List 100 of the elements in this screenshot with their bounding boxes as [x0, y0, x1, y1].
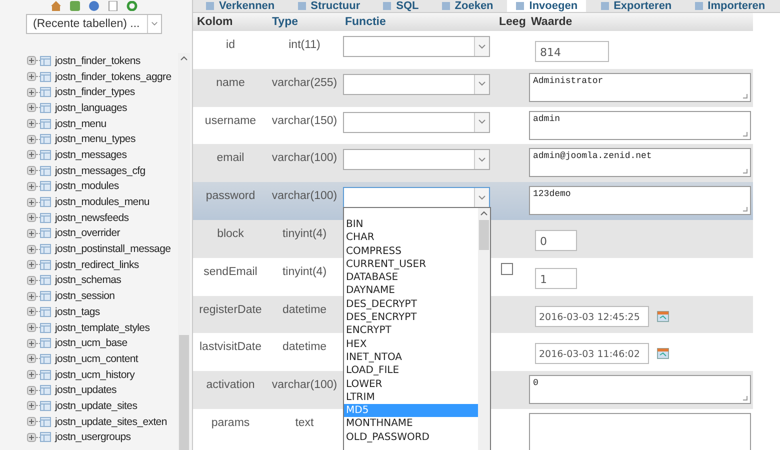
value-textarea[interactable]: 123demo [529, 186, 751, 216]
expand-icon[interactable] [27, 401, 36, 410]
table-link[interactable]: jostn_update_sites_exten [55, 416, 167, 428]
expand-icon[interactable] [27, 119, 36, 128]
scrollbar-thumb[interactable] [179, 335, 189, 450]
table-link[interactable]: jostn_ucm_base [55, 337, 128, 350]
function-option[interactable]: ENCRYPT [344, 324, 478, 338]
expand-icon[interactable] [27, 213, 36, 222]
table-icon[interactable] [40, 306, 51, 317]
help-icon[interactable] [88, 1, 100, 11]
table-link[interactable]: jostn_messages [55, 148, 127, 161]
table-link[interactable]: jostn_schemas [55, 274, 122, 286]
expand-icon[interactable] [27, 244, 36, 254]
scrollbar[interactable] [178, 53, 190, 450]
calendar-icon[interactable] [657, 348, 669, 360]
expand-icon[interactable] [27, 182, 36, 191]
table-link[interactable]: jostn_finder_tokens_aggre [55, 70, 172, 83]
table-icon[interactable] [40, 400, 51, 411]
function-select[interactable] [343, 74, 490, 95]
scroll-up-icon[interactable] [180, 55, 188, 61]
table-link[interactable]: jostn_menu [55, 118, 106, 130]
table-link[interactable]: jostn_modules_menu [55, 196, 150, 208]
function-option[interactable]: DES_ENCRYPT [344, 311, 478, 324]
table-icon[interactable] [40, 134, 51, 144]
function-option[interactable]: CURRENT_USER [344, 258, 478, 272]
value-textarea[interactable] [529, 412, 751, 450]
table-icon[interactable] [40, 322, 51, 333]
expand-icon[interactable] [27, 260, 36, 270]
function-option[interactable]: LOWER [344, 378, 478, 391]
table-icon[interactable] [40, 72, 51, 82]
expand-icon[interactable] [27, 323, 36, 332]
expand-icon[interactable] [27, 72, 36, 82]
function-option[interactable]: INET_NTOA [344, 350, 478, 364]
table-link[interactable]: jostn_finder_types [55, 86, 135, 98]
value-textarea[interactable]: Administrator [529, 72, 751, 102]
function-option[interactable]: LOAD_FILE [344, 364, 478, 378]
expand-icon[interactable] [27, 417, 36, 426]
table-link[interactable]: jostn_postinstall_message [55, 243, 171, 256]
value-input[interactable]: 814 [535, 41, 609, 62]
datetime-input[interactable]: 2016-03-03 12:45:25 [535, 306, 649, 327]
tab[interactable]: Invoegen [507, 0, 586, 12]
table-link[interactable]: jostn_menu_types [55, 133, 136, 146]
table-icon[interactable] [40, 197, 51, 208]
expand-icon[interactable] [27, 198, 36, 207]
function-option[interactable]: OLD_PASSWORD [344, 430, 478, 444]
table-icon[interactable] [40, 354, 51, 364]
table-link[interactable]: jostn_languages [55, 102, 127, 114]
function-select[interactable] [343, 36, 490, 57]
table-link[interactable]: jostn_update_sites [55, 400, 138, 412]
table-link[interactable]: jostn_finder_tokens [55, 54, 140, 67]
scrollbar-thumb[interactable] [479, 220, 489, 250]
table-icon[interactable] [40, 432, 51, 442]
expand-icon[interactable] [27, 432, 36, 442]
function-option[interactable]: COMPRESS [344, 244, 478, 258]
value-input[interactable]: 0 [535, 230, 577, 251]
table-icon[interactable] [40, 275, 51, 286]
table-icon[interactable] [40, 102, 51, 113]
null-checkbox[interactable] [501, 262, 513, 275]
table-icon[interactable] [40, 228, 51, 238]
table-link[interactable]: jostn_overrider [55, 227, 120, 240]
expand-icon[interactable] [27, 276, 36, 285]
resize-grip-icon[interactable] [742, 130, 748, 137]
exit-icon[interactable] [69, 1, 81, 11]
value-input[interactable]: 1 [535, 268, 577, 289]
function-option[interactable]: LTRIM [344, 390, 478, 404]
function-option[interactable]: DATABASE [344, 271, 478, 284]
expand-icon[interactable] [27, 103, 36, 112]
function-option[interactable]: HEX [344, 338, 478, 351]
expand-icon[interactable] [27, 338, 36, 348]
function-option[interactable]: BIN [344, 218, 478, 232]
table-icon[interactable] [40, 291, 51, 302]
expand-icon[interactable] [27, 228, 36, 238]
dropdown-scrollbar[interactable] [478, 208, 490, 450]
table-link[interactable]: jostn_newsfeeds [55, 212, 129, 224]
table-link[interactable]: jostn_template_styles [55, 322, 150, 334]
expand-icon[interactable] [27, 166, 36, 176]
resize-grip-icon[interactable] [742, 92, 748, 99]
function-select[interactable] [343, 112, 490, 133]
expand-icon[interactable] [27, 56, 36, 66]
table-link[interactable]: jostn_tags [55, 306, 100, 318]
table-icon[interactable] [40, 87, 51, 98]
reload-icon[interactable] [126, 1, 138, 11]
resize-grip-icon[interactable] [742, 206, 748, 212]
table-link[interactable]: jostn_ucm_content [55, 352, 138, 365]
expand-icon[interactable] [27, 134, 36, 144]
table-link[interactable]: jostn_session [55, 290, 115, 302]
table-icon[interactable] [40, 244, 51, 254]
table-icon[interactable] [40, 370, 51, 380]
table-link[interactable]: jostn_modules [55, 180, 119, 192]
function-select[interactable] [343, 187, 490, 208]
table-link[interactable]: jostn_redirect_links [55, 258, 139, 271]
recent-tables-select[interactable]: (Recente tabellen) ... [26, 14, 162, 34]
resize-grip-icon[interactable] [742, 395, 748, 402]
table-icon[interactable] [40, 118, 51, 129]
table-icon[interactable] [40, 166, 51, 176]
document-icon[interactable] [107, 1, 119, 11]
function-option[interactable]: CHAR [344, 231, 478, 245]
expand-icon[interactable] [27, 354, 36, 364]
table-icon[interactable] [40, 385, 51, 396]
function-option[interactable]: MONTHNAME [344, 417, 478, 431]
